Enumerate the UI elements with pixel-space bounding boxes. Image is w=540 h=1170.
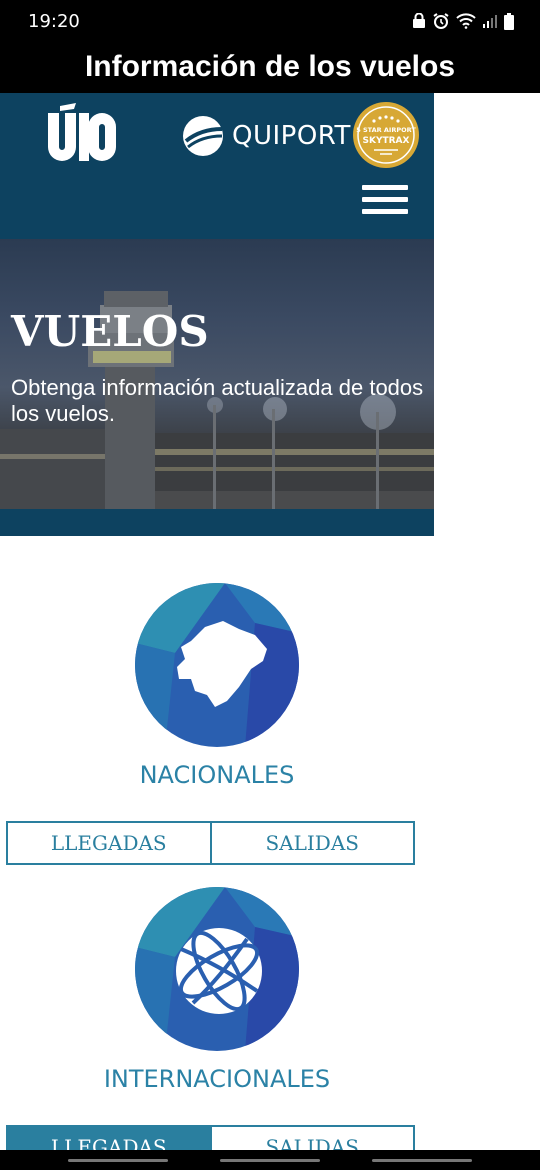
ecuador-map-icon[interactable] [135,583,299,747]
wifi-icon [456,13,476,34]
badge-line-1: 5 STAR AIRPORT [356,126,416,134]
status-time: 19:20 [28,11,80,32]
menu-button[interactable] [362,183,410,217]
nacionales-label[interactable]: NACIONALES [0,761,434,789]
nav-recents-handle[interactable] [372,1159,472,1162]
quiport-logo[interactable]: QUIPORT [182,115,351,157]
badge-line-2: SKYTRAX [363,136,410,146]
uio-logo[interactable] [46,103,118,165]
lock-icon [412,12,426,34]
hero-bottom-strip [0,509,434,536]
nacionales-button-group: LLEGADAS SALIDAS [6,821,415,865]
nav-back-handle[interactable] [68,1159,168,1162]
hero-title: VUELOS [11,307,209,356]
globe-icon[interactable] [135,887,299,1051]
quiport-text: QUIPORT [232,121,351,151]
internacionales-label[interactable]: INTERNACIONALES [0,1065,434,1093]
quiport-mark-icon [183,116,223,156]
system-navigation-bar [0,1150,540,1170]
page-title: Información de los vuelos [84,50,456,83]
status-bar: 19:20 [0,0,540,44]
nacionales-salidas-button[interactable]: SALIDAS [209,823,413,863]
airport-background-image [0,291,434,509]
site-header: QUIPORT 5 STAR AIRPORT SKYTRAX [0,93,434,239]
nacionales-llegadas-button[interactable]: LLEGADAS [8,823,210,863]
alarm-icon [432,12,450,35]
nav-home-handle[interactable] [220,1159,320,1162]
signal-icon [482,14,498,33]
status-icons [412,12,514,35]
hero-banner: VUELOS Obtenga información actualizada d… [0,239,434,509]
skytrax-badge: 5 STAR AIRPORT SKYTRAX [353,102,419,168]
hero-subtitle: Obtenga información actualizada de todos… [11,375,424,426]
app-header: Información de los vuelos [0,44,540,93]
battery-icon [504,12,514,35]
